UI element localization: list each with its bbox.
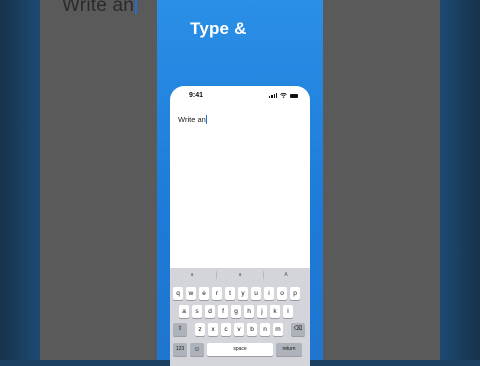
- key-s[interactable]: s: [192, 305, 202, 318]
- key-a[interactable]: a: [179, 305, 189, 318]
- key-o[interactable]: o: [277, 287, 287, 300]
- key-v[interactable]: v: [234, 323, 244, 336]
- phone-mockup: 9:41 Write an a a A qwertyuiop asdfghjkl…: [170, 86, 310, 366]
- key-x[interactable]: x: [208, 323, 218, 336]
- background-right: [440, 0, 480, 360]
- backspace-key[interactable]: ⌫: [291, 323, 305, 336]
- key-row-2: asdfghjkl: [179, 305, 293, 318]
- battery-icon: [290, 93, 298, 98]
- prediction-bar: a a A: [170, 268, 310, 282]
- status-bar: 9:41: [170, 86, 310, 108]
- key-b[interactable]: b: [247, 323, 257, 336]
- signal-icon: [269, 93, 277, 98]
- key-y[interactable]: y: [238, 287, 248, 300]
- promo-title: Type &: [190, 19, 247, 38]
- key-l[interactable]: l: [283, 305, 293, 318]
- key-z[interactable]: z: [195, 323, 205, 336]
- key-n[interactable]: n: [260, 323, 270, 336]
- emoji-key[interactable]: ☺: [190, 343, 204, 356]
- document-text: Write an: [178, 115, 206, 124]
- status-time: 9:41: [189, 92, 204, 99]
- key-row-3-letters: zxcvbnm: [195, 323, 283, 336]
- key-f[interactable]: f: [218, 305, 228, 318]
- shift-key[interactable]: ⇧: [173, 323, 187, 336]
- background-left: [0, 0, 40, 360]
- space-key[interactable]: space: [207, 343, 273, 356]
- key-row-4: 123 ☺ space return: [173, 343, 302, 356]
- status-icons: [269, 93, 298, 98]
- prediction-2[interactable]: a: [217, 268, 263, 282]
- key-h[interactable]: h: [244, 305, 254, 318]
- key-t[interactable]: t: [225, 287, 235, 300]
- key-q[interactable]: q: [173, 287, 183, 300]
- key-j[interactable]: j: [257, 305, 267, 318]
- key-row-1: qwertyuiop: [173, 287, 300, 300]
- text-caret: [205, 115, 207, 124]
- key-e[interactable]: e: [199, 287, 209, 300]
- key-g[interactable]: g: [231, 305, 241, 318]
- key-k[interactable]: k: [270, 305, 280, 318]
- key-w[interactable]: w: [186, 287, 196, 300]
- wifi-icon: [280, 93, 287, 98]
- return-key[interactable]: return: [276, 343, 302, 356]
- document-text-area[interactable]: Write an: [178, 115, 207, 124]
- background-caret: [135, 0, 137, 14]
- prediction-3[interactable]: A: [264, 268, 310, 282]
- key-r[interactable]: r: [212, 287, 222, 300]
- numbers-key[interactable]: 123: [173, 343, 187, 356]
- key-u[interactable]: u: [251, 287, 261, 300]
- key-row-3: ⇧ zxcvbnm ⌫: [173, 323, 305, 336]
- key-c[interactable]: c: [221, 323, 231, 336]
- prediction-1[interactable]: a: [170, 268, 216, 282]
- key-d[interactable]: d: [205, 305, 215, 318]
- key-m[interactable]: m: [273, 323, 283, 336]
- key-p[interactable]: p: [290, 287, 300, 300]
- key-i[interactable]: i: [264, 287, 274, 300]
- keyboard: a a A qwertyuiop asdfghjkl ⇧ zxcvbnm ⌫ 1…: [170, 268, 310, 366]
- background-document-text: Write an: [62, 0, 137, 17]
